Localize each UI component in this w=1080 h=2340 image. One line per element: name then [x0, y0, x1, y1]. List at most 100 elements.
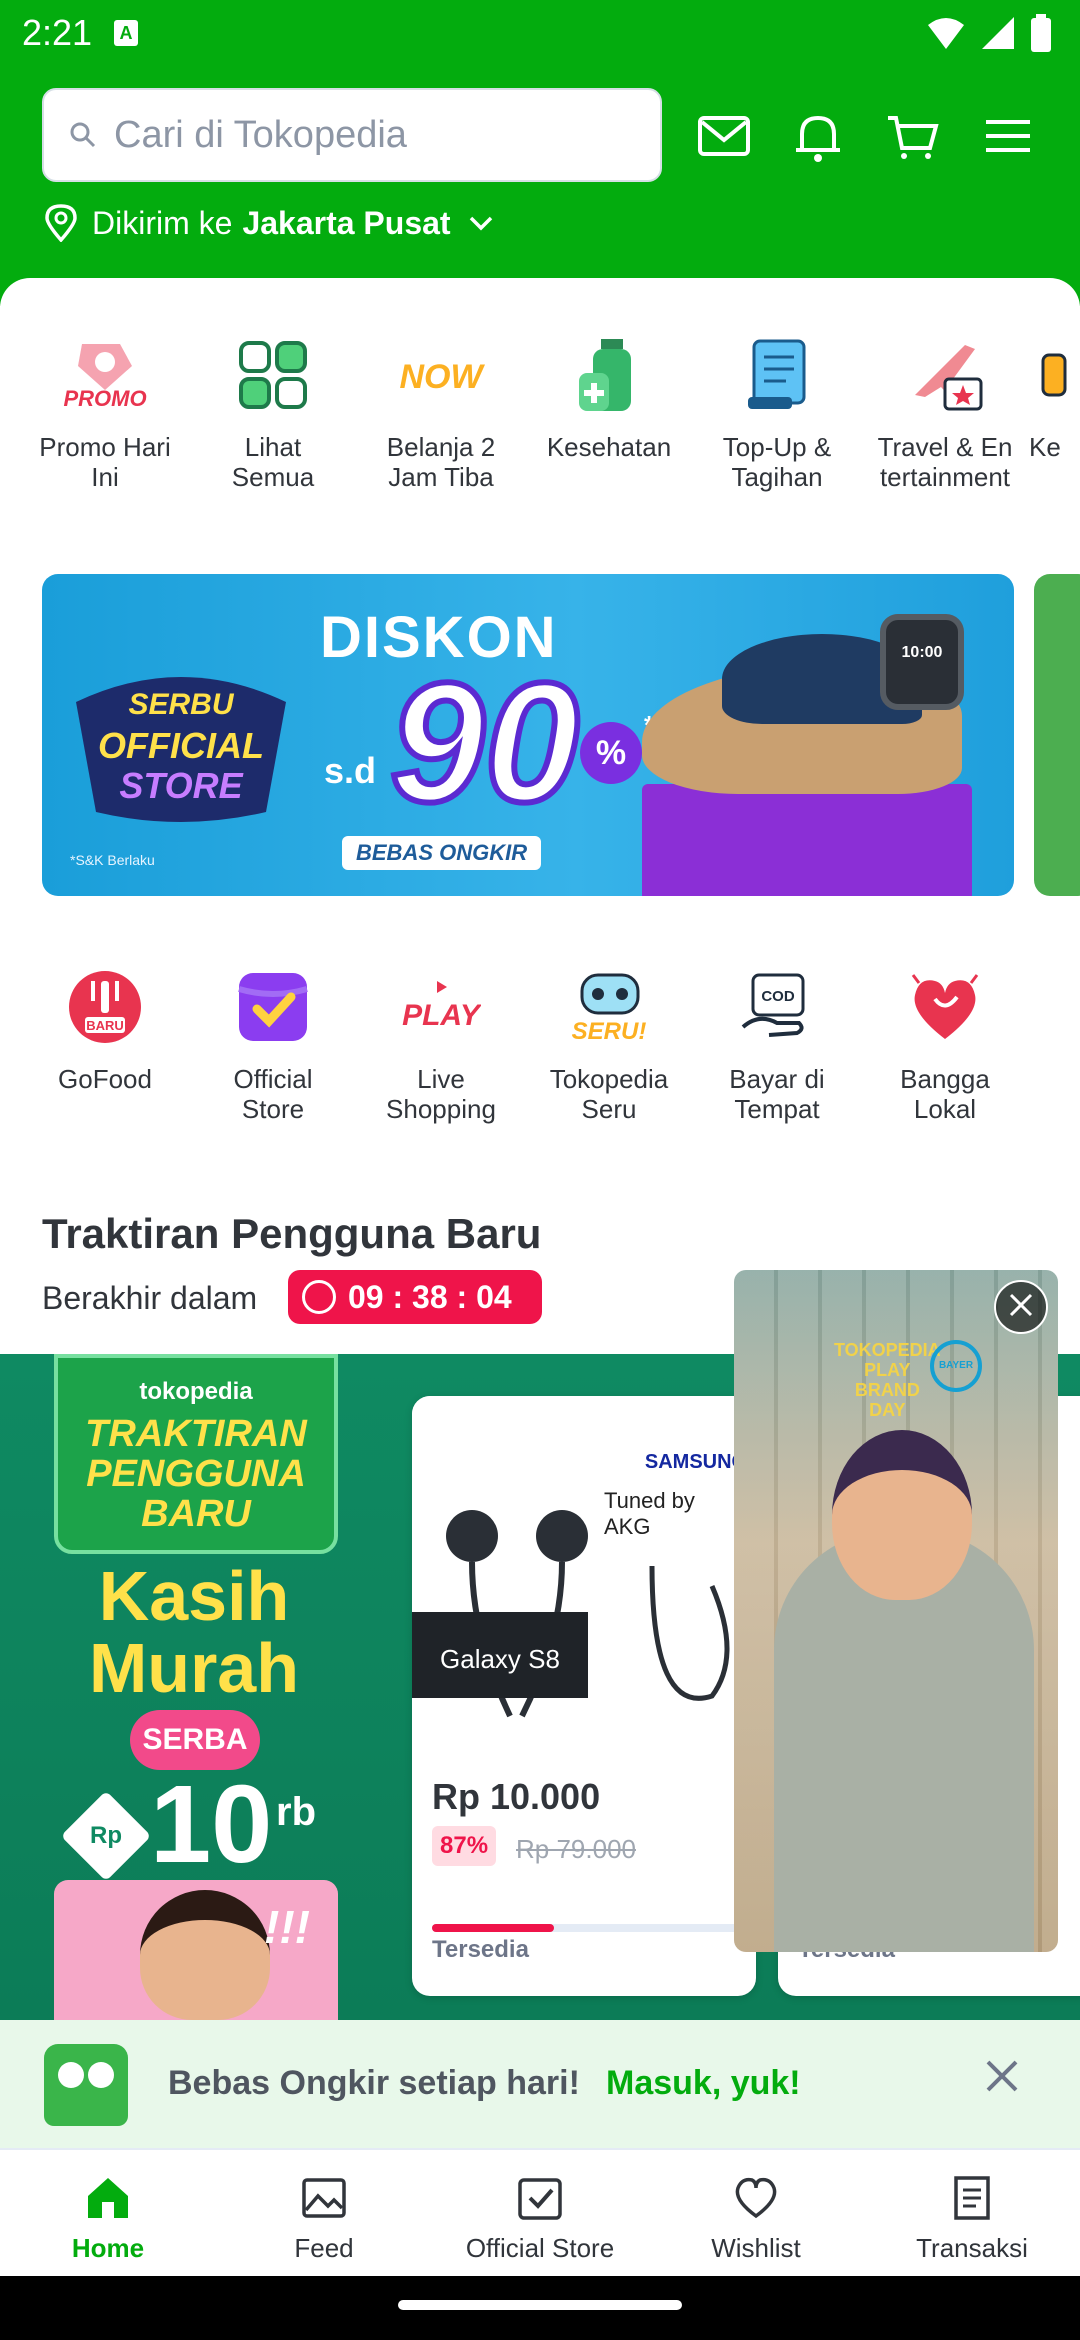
category-now[interactable]: NOW Belanja 2 Jam Tiba: [357, 330, 525, 492]
category-cod[interactable]: COD Bayar di Tempat: [693, 962, 861, 1124]
system-nav-bar: [0, 2276, 1080, 2340]
category-label: Kesehatan: [546, 432, 672, 462]
status-bar: 2:21 A: [0, 0, 1080, 66]
status-icons: [926, 14, 1052, 52]
banner-terms: *S&K Berlaku: [70, 852, 155, 868]
category-official-store[interactable]: Official Store: [189, 962, 357, 1124]
svg-text:COD: COD: [761, 988, 795, 1005]
promo-tagline: Kasih Murah: [89, 1557, 299, 1707]
nav-home[interactable]: Home: [0, 2172, 216, 2264]
location-pin-icon: [45, 204, 77, 242]
nav-transaksi[interactable]: Transaksi: [864, 2172, 1080, 2264]
next-banner-peek[interactable]: [1034, 574, 1080, 896]
svg-text:Tuned by: Tuned by: [604, 1488, 695, 1513]
health-icon: [564, 330, 654, 420]
gofood-icon: BARU: [60, 962, 150, 1052]
close-video-button[interactable]: [994, 1280, 1048, 1334]
bill-icon: [732, 330, 822, 420]
category-health[interactable]: Kesehatan: [525, 330, 693, 462]
currency-badge: Rp: [60, 1790, 152, 1882]
product-card[interactable]: SAMSUNG Tuned by AKG Galaxy S8 Rp 10.000…: [412, 1396, 756, 1996]
location-selector[interactable]: Dikirim ke Jakarta Pusat: [44, 204, 493, 242]
official-store-logo: SERBU OFFICIAL STORE: [76, 677, 286, 822]
svg-text:NOW: NOW: [399, 358, 485, 396]
banner-percent: %: [580, 722, 642, 784]
cod-icon: COD: [732, 962, 822, 1052]
close-icon: [1009, 1293, 1033, 1317]
svg-text:PROMO: PROMO: [63, 386, 146, 411]
category-label: Travel & En tertainment: [877, 432, 1013, 492]
category-live-shopping[interactable]: PLAY Live Shopping: [357, 962, 525, 1124]
notification-a-icon: A: [114, 20, 138, 46]
countdown-timer: 09 : 38 : 04: [288, 1270, 542, 1324]
battery-icon: [1031, 14, 1051, 52]
category-label: Ke: [1029, 432, 1061, 462]
promo-icon: PROMO: [60, 330, 150, 420]
category-label: Belanja 2 Jam Tiba: [386, 432, 496, 492]
category-label: Official Store: [233, 1064, 313, 1124]
category-tokopedia-seru[interactable]: SERU! Tokopedia Seru: [525, 962, 693, 1124]
category-travel[interactable]: Travel & En tertainment: [861, 330, 1029, 492]
seru-icon: SERU!: [564, 962, 654, 1052]
svg-text:BARU: BARU: [86, 1018, 124, 1033]
nav-wishlist[interactable]: Wishlist: [648, 2172, 864, 2264]
nav-feed[interactable]: Feed: [216, 2172, 432, 2264]
home-gesture-handle[interactable]: [398, 2300, 682, 2310]
search-placeholder: Cari di Tokopedia: [114, 113, 407, 156]
stock-label: Tersedia: [432, 1936, 529, 1963]
search-input[interactable]: Cari di Tokopedia: [42, 88, 662, 182]
promo-serba-badge: SERBA: [130, 1710, 260, 1770]
official-store-nav-icon: [518, 2178, 562, 2220]
bottom-navigation: Home Feed Official Store Wishlist Transa…: [0, 2148, 1080, 2276]
category-gofood[interactable]: BARU GoFood: [21, 962, 189, 1094]
category-bangga-lokal[interactable]: Bangga Lokal: [861, 962, 1029, 1124]
svg-text:OFFICIAL: OFFICIAL: [98, 725, 264, 766]
menu-icon[interactable]: [980, 108, 1036, 164]
status-time: 2:21: [22, 12, 93, 53]
category-label: GoFood: [58, 1064, 152, 1094]
banner-sd: s.d: [324, 750, 377, 791]
svg-text:SERBU: SERBU: [128, 688, 234, 721]
play-icon: PLAY: [396, 962, 486, 1052]
heart-icon: [900, 962, 990, 1052]
category-label: Tokopedia Seru: [549, 1064, 669, 1124]
now-icon: NOW: [396, 330, 486, 420]
grid-icon: [228, 330, 318, 420]
video-brand-text: TOKOPEDIA PLAY BRAND DAY: [834, 1340, 941, 1420]
svg-text:SAMSUNG: SAMSUNG: [645, 1451, 747, 1473]
stock-progress-fill: [432, 1924, 554, 1932]
category-label: Promo Hari Ini: [39, 432, 171, 492]
app-header: Cari di Tokopedia Dikirim ke Jakarta Pus…: [0, 66, 1080, 306]
category-partial[interactable]: Ke: [1029, 330, 1080, 462]
discount-badge: 87%: [432, 1826, 497, 1866]
promo-banner[interactable]: SERBU OFFICIAL STORE DISKON s.d 90 % * 1…: [42, 574, 1014, 896]
category-label: Bangga Lokal: [900, 1064, 990, 1124]
cart-icon[interactable]: [884, 108, 940, 164]
location-city: Jakarta Pusat: [242, 204, 451, 241]
login-prompt-bar: Bebas Ongkir setiap hari! Masuk, yuk!: [0, 2020, 1080, 2148]
category-label: Lihat Semua: [231, 432, 315, 492]
bayer-logo: BAYER: [930, 1340, 982, 1392]
promo-brand-banner[interactable]: tokopedia TRAKTIRAN PENGGUNA BARU: [54, 1354, 338, 1554]
stock-progress: [432, 1924, 752, 1932]
prompt-text: Bebas Ongkir setiap hari!: [168, 2064, 580, 2102]
product-price: Rp 10.000: [432, 1776, 601, 1817]
category-see-all[interactable]: Lihat Semua: [189, 330, 357, 492]
svg-text:AKG: AKG: [604, 1514, 650, 1539]
wishlist-icon: [735, 2177, 777, 2219]
category-row-bottom: BARU GoFood Official Store PLAY Live Sho…: [0, 962, 1080, 1182]
official-store-icon: [228, 962, 318, 1052]
wifi-icon: [928, 18, 964, 49]
category-row-top: PROMO Promo Hari Ini Lihat Semua NOW Bel…: [0, 330, 1080, 550]
countdown-label: Berakhir dalam: [42, 1280, 258, 1316]
category-topup[interactable]: Top-Up & Tagihan: [693, 330, 861, 492]
travel-icon: [900, 330, 990, 420]
nav-official-store[interactable]: Official Store: [432, 2172, 648, 2264]
close-prompt-icon[interactable]: [980, 2054, 1024, 2098]
original-price: Rp 79.000: [516, 1834, 636, 1864]
login-link[interactable]: Masuk, yuk!: [606, 2064, 801, 2103]
floating-video-player[interactable]: TOKOPEDIA PLAY BRAND DAY BAYER: [734, 1270, 1058, 1952]
category-promo[interactable]: PROMO Promo Hari Ini: [21, 330, 189, 492]
mail-icon[interactable]: [696, 108, 752, 164]
bell-icon[interactable]: [790, 108, 846, 164]
